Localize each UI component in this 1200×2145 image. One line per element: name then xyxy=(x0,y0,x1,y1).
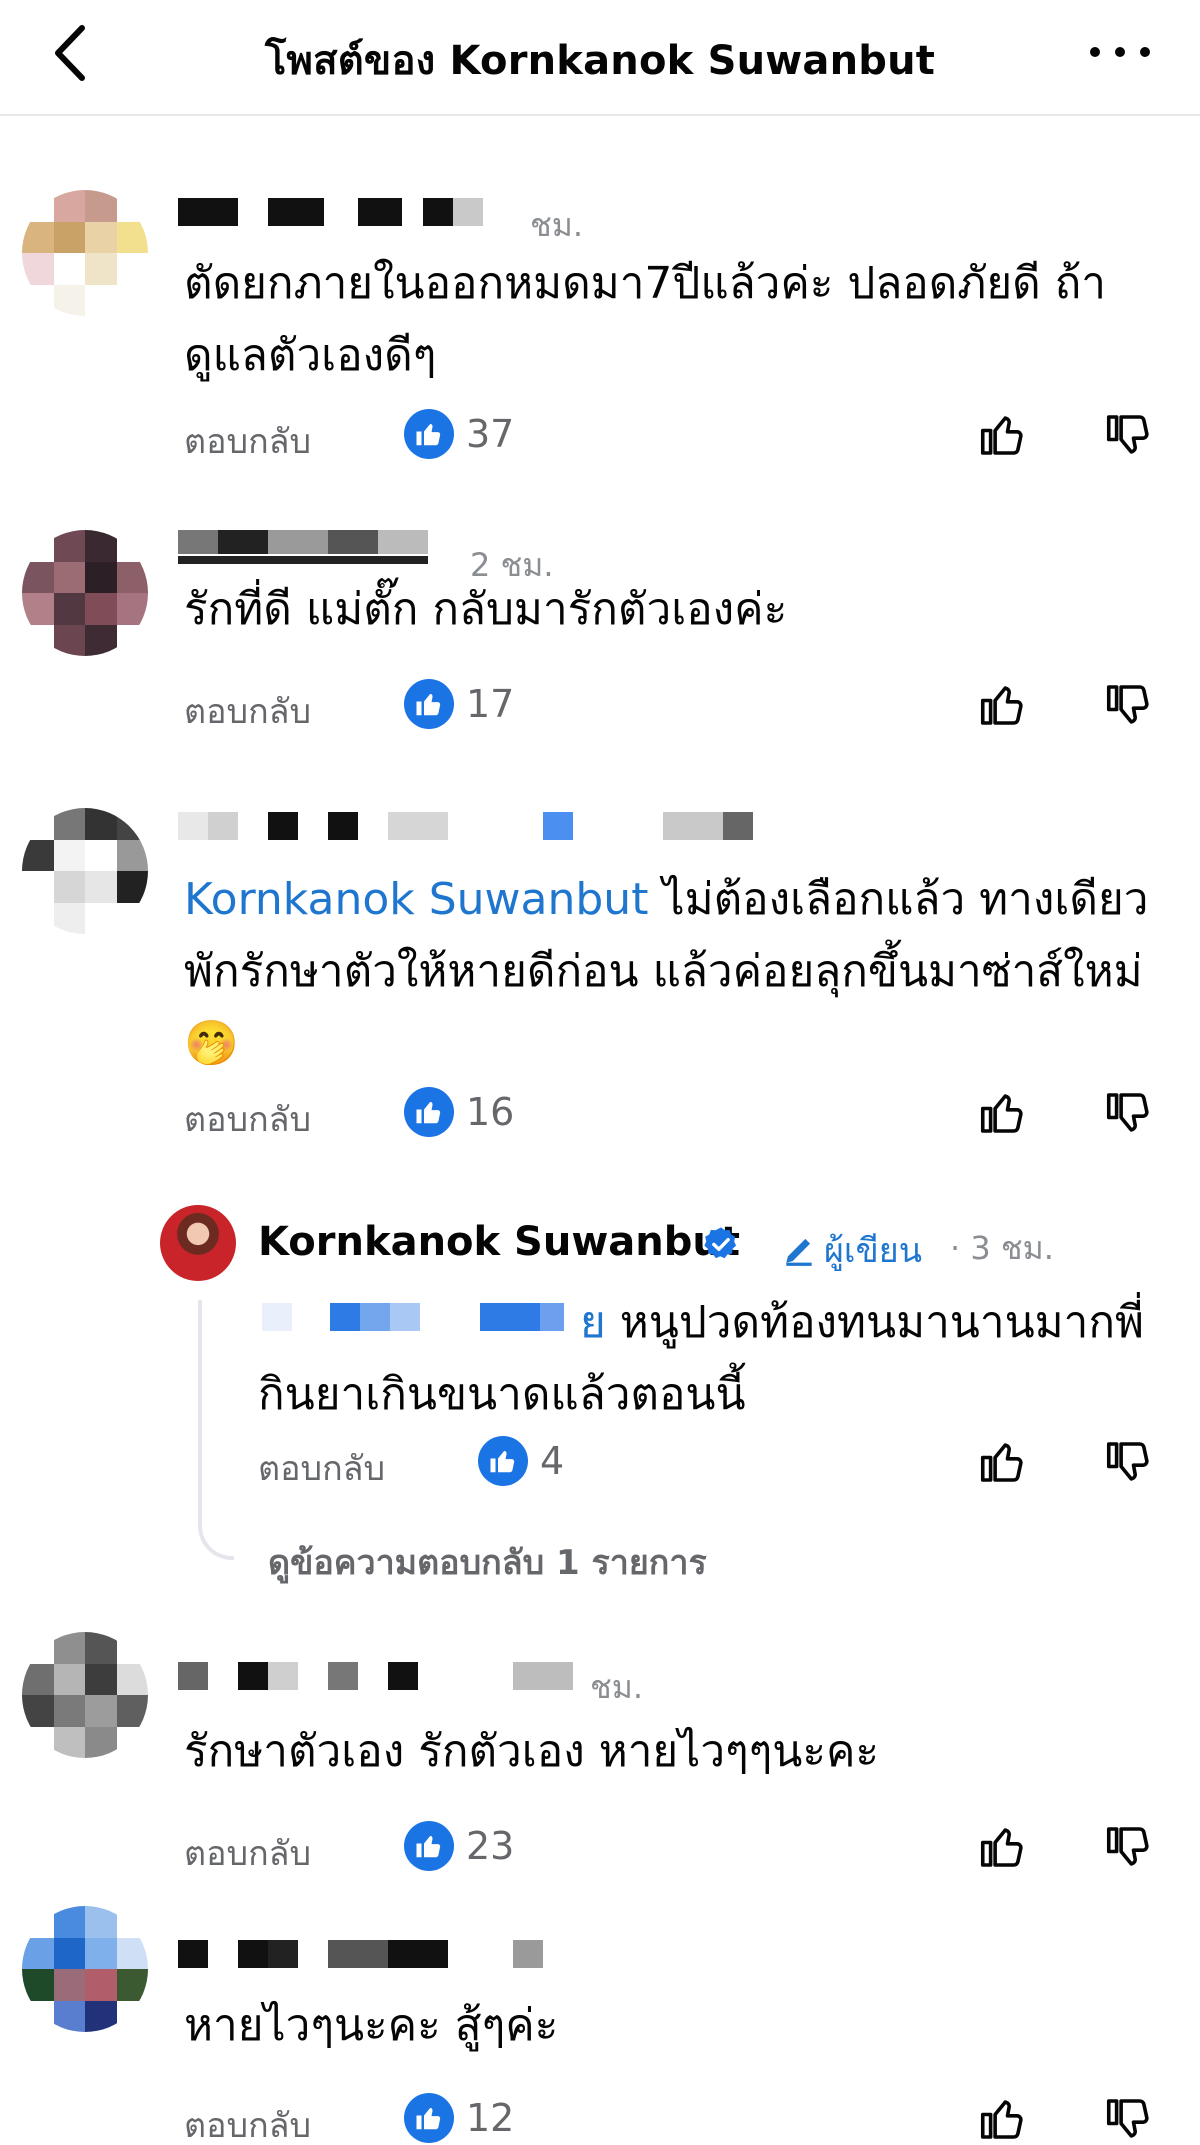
like-count: 16 xyxy=(466,1090,515,1134)
comment-text: หายไวๆนะคะ สู้ๆค่ะ xyxy=(184,2000,559,2051)
like-badge-icon xyxy=(404,1087,454,1137)
comment-actions: ตอบกลับ 16 xyxy=(184,1086,1200,1142)
view-replies-link[interactable]: ดูข้อความตอบกลับ 1 รายการ xyxy=(268,1535,707,1589)
thumbs-down-icon[interactable] xyxy=(1102,408,1156,462)
more-options-button[interactable] xyxy=(1080,24,1160,80)
thumbs-up-icon[interactable] xyxy=(976,678,1030,732)
thumbs-down-icon[interactable] xyxy=(1102,1820,1156,1874)
comment-time: ชม. xyxy=(590,1668,643,1706)
reply-time: · 3 ชม. xyxy=(950,1229,1054,1267)
comment-time: ชม. xyxy=(530,206,583,244)
comment-actions: ตอบกลับ 23 xyxy=(184,1820,1200,1876)
reply-body: หนูปวดท้องทนมานานมากพี่ กินยาเกินขนาดแล้… xyxy=(258,1297,1144,1420)
like-count: 12 xyxy=(466,2096,515,2140)
comment-actions: ตอบกลับ 37 xyxy=(184,408,1200,464)
reply-actions: ตอบกลับ 4 xyxy=(258,1435,1200,1491)
thumbs-down-icon[interactable] xyxy=(1102,2092,1156,2145)
reaction-count[interactable]: 16 xyxy=(404,1086,514,1138)
commenter-name-redacted[interactable] xyxy=(178,1940,558,1980)
comment-text: Kornkanok Suwanbut ไม่ต้องเลือกแล้ว ทางเ… xyxy=(184,864,1174,1080)
comment-actions: ตอบกลับ 17 xyxy=(184,678,1200,734)
commenter-name-redacted[interactable] xyxy=(178,530,458,570)
mention-tail[interactable]: ย xyxy=(580,1297,606,1348)
more-dots-icon xyxy=(1090,47,1100,57)
top-bar: โพสต์ของ Kornkanok Suwanbut xyxy=(0,0,1200,116)
avatar[interactable] xyxy=(22,1906,148,2032)
comment-text: ตัดยกภายในออกหมดมา7ปีแล้วค่ะ ปลอดภัยดี ถ… xyxy=(184,258,1107,381)
author-badge: ผู้เขียน xyxy=(780,1223,922,1277)
comment-text: รักที่ดี แม่ตั๊ก กลับมารักตัวเองค่ะ xyxy=(184,584,788,635)
commenter-name-redacted[interactable] xyxy=(178,198,578,238)
thumbs-up-icon[interactable] xyxy=(976,1086,1030,1140)
avatar[interactable] xyxy=(22,190,148,316)
like-badge-icon xyxy=(404,679,454,729)
reaction-count[interactable]: 37 xyxy=(404,408,514,460)
avatar[interactable] xyxy=(22,1632,148,1758)
thumbs-down-icon[interactable] xyxy=(1102,1086,1156,1140)
like-count: 37 xyxy=(466,412,515,456)
reply-button[interactable]: ตอบกลับ xyxy=(258,1441,385,1495)
like-badge-icon xyxy=(478,1436,528,1486)
like-badge-icon xyxy=(404,2093,454,2143)
like-badge-icon xyxy=(404,409,454,459)
page-title: โพสต์ของ Kornkanok Suwanbut xyxy=(264,38,936,84)
reply-button[interactable]: ตอบกลับ xyxy=(184,1826,311,1880)
author-avatar[interactable] xyxy=(160,1205,236,1281)
comment-actions: ตอบกลับ 12 xyxy=(184,2092,1200,2145)
reply-button[interactable]: ตอบกลับ xyxy=(184,414,311,468)
reaction-count[interactable]: 23 xyxy=(404,1820,514,1872)
like-badge-icon xyxy=(404,1821,454,1871)
thumbs-up-icon[interactable] xyxy=(976,1435,1030,1489)
verified-badge-icon xyxy=(702,1225,740,1263)
avatar[interactable] xyxy=(22,808,148,934)
commenter-name-redacted[interactable] xyxy=(178,812,768,852)
like-count: 17 xyxy=(466,682,515,726)
thumbs-up-icon[interactable] xyxy=(976,2092,1030,2145)
mention-link[interactable]: Kornkanok Suwanbut xyxy=(184,874,648,925)
thread-connector xyxy=(198,1300,234,1560)
author-badge-label: ผู้เขียน xyxy=(824,1231,922,1271)
reply-button[interactable]: ตอบกลับ xyxy=(184,1092,311,1146)
thumbs-up-icon[interactable] xyxy=(976,1820,1030,1874)
reaction-count[interactable]: 17 xyxy=(404,678,514,730)
comment-text: รักษาตัวเอง รักตัวเอง หายไวๆๆนะคะ xyxy=(184,1726,880,1777)
thumbs-down-icon[interactable] xyxy=(1102,678,1156,732)
reply-author-name[interactable]: Kornkanok Suwanbut xyxy=(258,1219,740,1265)
avatar[interactable] xyxy=(22,530,148,656)
reply-button[interactable]: ตอบกลับ xyxy=(184,2098,311,2145)
reaction-count[interactable]: 12 xyxy=(404,2092,514,2144)
commenter-name-redacted[interactable] xyxy=(178,1662,618,1702)
reaction-count[interactable]: 4 xyxy=(478,1435,564,1487)
like-count: 4 xyxy=(540,1439,565,1483)
reply-text: ย หนูปวดท้องทนมานานมากพี่ กินยาเกินขนาดแ… xyxy=(258,1287,1158,1431)
thumbs-down-icon[interactable] xyxy=(1102,1435,1156,1489)
reply-button[interactable]: ตอบกลับ xyxy=(184,684,311,738)
thumbs-up-icon[interactable] xyxy=(976,408,1030,462)
like-count: 23 xyxy=(466,1824,515,1868)
pencil-icon xyxy=(786,1238,812,1266)
